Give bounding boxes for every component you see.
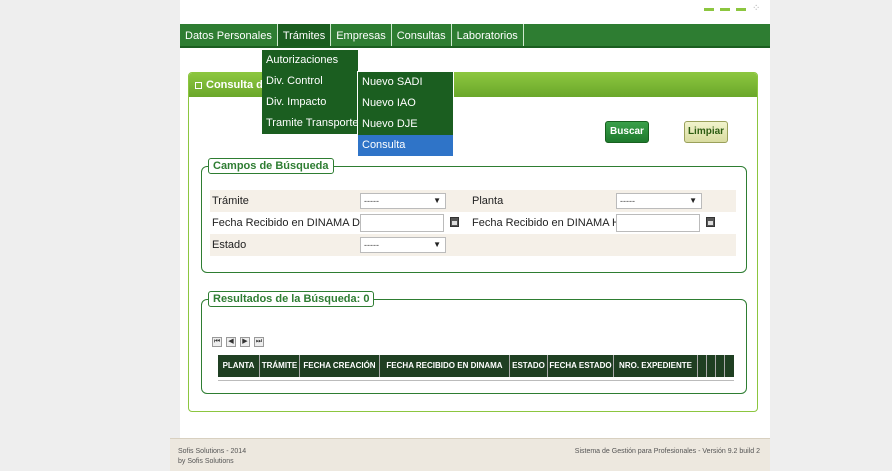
col-tramite[interactable]: TRÁMITE [260,355,300,377]
col-action [725,355,734,377]
estado-label: Estado [212,239,247,251]
campos-legend: Campos de Búsqueda [208,158,334,174]
tramite-label: Trámite [212,195,249,207]
decor-bar-icon [720,7,730,11]
col-estado[interactable]: ESTADO [510,355,548,377]
footer-by: by Sofis Solutions [178,458,234,465]
footer-copyright: Sofis Solutions - 2014 [178,448,247,455]
tramites-dropdown: Autorizaciones Div. Control Div. Impacto… [262,50,359,134]
row-tramite-planta: Trámite ----- ▼ Planta ----- ▼ [210,190,736,212]
fecha-hasta-input[interactable] [616,214,700,232]
menu-laboratorios[interactable]: Laboratorios [452,24,524,46]
footer-version: Sistema de Gestión para Profesionales - … [574,448,760,455]
prev-page-icon[interactable]: ◀ [226,337,236,347]
estado-select-value: ----- [364,240,379,250]
footer-left: Sofis Solutions - 2014 by Sofis Solution… [178,447,246,467]
menu-tramites[interactable]: Trámites [277,24,332,46]
planta-select-value: ----- [620,196,635,206]
chevron-down-icon: ▼ [433,196,441,205]
col-fecha-estado[interactable]: FECHA ESTADO [548,355,614,377]
campos-busqueda: Campos de Búsqueda Trámite ----- ▼ Plant… [201,158,747,273]
results-table-body [218,377,734,381]
chevron-down-icon: ▼ [689,196,697,205]
fecha-desde-label: Fecha Recibido en DINAMA Desde [212,217,384,229]
limpiar-button[interactable]: Limpiar [684,121,728,143]
col-fecha-recibido[interactable]: FECHA RECIBIDO EN DINAMA [380,355,510,377]
div-control-submenu: Nuevo SADI Nuevo IAO Nuevo DJE Consulta [357,71,454,157]
submenu-item-nuevo-dje[interactable]: Nuevo DJE [358,114,453,135]
footer: Sofis Solutions - 2014 by Sofis Solution… [170,438,770,471]
collapse-icon[interactable] [195,81,202,89]
main-menu: Datos Personales Trámites Empresas Consu… [180,24,770,48]
menu-consultas[interactable]: Consultas [392,24,452,46]
estado-select[interactable]: ----- ▼ [360,237,446,253]
calendar-icon[interactable] [706,217,715,227]
row-fechas: Fecha Recibido en DINAMA Desde Fecha Rec… [210,212,736,234]
resultados-busqueda: Resultados de la Búsqueda: 0 ⏮ ◀ ▶ ⏭ PLA… [201,291,747,394]
resultados-legend: Resultados de la Búsqueda: 0 [208,291,375,307]
col-fecha-creacion[interactable]: FECHA CREACIÓN [300,355,380,377]
menu-item-tramite-transporte[interactable]: Tramite Transporte [262,113,359,134]
top-icons: ⁘ [704,4,762,14]
col-planta[interactable]: PLANTA [218,355,260,377]
last-page-icon[interactable]: ⏭ [254,337,264,347]
buscar-button[interactable]: Buscar [605,121,649,143]
top-bar: ⁘ [180,0,770,24]
menu-datos-personales[interactable]: Datos Personales [180,24,278,46]
row-estado: Estado ----- ▼ [210,234,736,256]
pager: ⏮ ◀ ▶ ⏭ [212,337,264,347]
menu-item-div-impacto[interactable]: Div. Impacto [262,92,358,113]
submenu-item-nuevo-sadi[interactable]: Nuevo SADI [358,72,453,93]
fecha-desde-input[interactable] [360,214,444,232]
menu-item-div-control[interactable]: Div. Control [262,71,358,92]
results-table-header: PLANTA TRÁMITE FECHA CREACIÓN FECHA RECI… [218,355,734,377]
submenu-item-consulta[interactable]: Consulta [358,135,453,156]
decor-bar-icon [736,7,746,11]
menu-item-autorizaciones[interactable]: Autorizaciones [262,50,358,71]
col-action [707,355,716,377]
col-nro-expediente[interactable]: NRO. EXPEDIENTE [614,355,698,377]
first-page-icon[interactable]: ⏮ [212,337,222,347]
next-page-icon[interactable]: ▶ [240,337,250,347]
planta-select[interactable]: ----- ▼ [616,193,702,209]
calendar-icon[interactable] [450,217,459,227]
menu-empresas[interactable]: Empresas [331,24,392,46]
decor-bar-icon [704,7,714,11]
col-action [698,355,707,377]
planta-label: Planta [472,195,504,207]
submenu-item-nuevo-iao[interactable]: Nuevo IAO [358,93,453,114]
tramite-select[interactable]: ----- ▼ [360,193,446,209]
tramite-select-value: ----- [364,196,379,206]
dots-icon: ⁘ [752,3,761,14]
col-action [716,355,725,377]
chevron-down-icon: ▼ [433,240,441,249]
